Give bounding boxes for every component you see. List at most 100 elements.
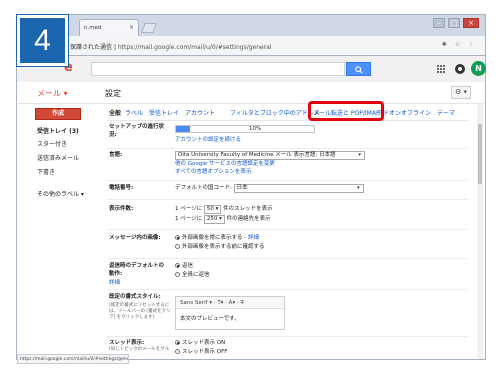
tab-accounts[interactable]: アカウント [185,108,215,117]
minimize-icon[interactable]: – [433,18,445,28]
gmail-topbar: e N [16,56,486,82]
phone-country-select[interactable]: 日本 ▾ [233,184,364,193]
browser-tab-title: n.med [84,25,102,31]
style-toolbar[interactable]: Sans Serif ▾ · T▾ · A▾ · T̶ [176,297,284,309]
setup-progress-bar [175,125,315,133]
thread-hint: (同じトピックのメールをグル [109,347,170,352]
reply-learn-more-link[interactable]: 詳細 [109,279,120,287]
display-row1-suffix: 件のスレッドを表示 [223,206,273,212]
search-icon [354,66,363,74]
radio-selected[interactable] [175,235,180,240]
compose-button[interactable]: 作成 [35,108,81,120]
images-learn-more-link[interactable]: 詳細 [248,235,259,241]
thread-option-on[interactable]: スレッド表示 ON [175,339,225,347]
secure-label: 保護された通信 [70,44,113,51]
settings-gear-button[interactable]: ⚙ ▾ [451,86,471,99]
divider [107,199,467,200]
new-tab-button[interactable] [141,23,157,33]
highlight-forwarding-tab [308,101,384,121]
browser-tab[interactable]: n.med × [79,19,139,37]
tab-labels[interactable]: ラベル [125,108,143,117]
step-badge: 4 [17,15,68,66]
setup-continue-link[interactable]: アカウントの設定を続ける [175,136,241,144]
radio-unselected[interactable] [175,272,180,277]
language-label: 言語: [109,152,123,158]
search-input[interactable] [91,62,345,76]
threads-per-page-value: 50 [206,206,214,212]
sidebar-item-sent[interactable]: 送信済みメール [37,153,79,162]
images-opt1-label: 外部画像を常に表示する - [182,235,247,241]
radio-unselected[interactable] [175,244,180,249]
display-row-threads: 1 ページに 50 ▾ 件のスレッドを表示 [175,205,273,214]
phone-country-value: 日本 [236,185,248,191]
scrollbar-thumb[interactable] [478,124,482,184]
sidebar-item-starred[interactable]: スター付き [37,139,67,148]
style-preview: 本文のプレビューです。 [180,316,240,322]
reply-opt2-label: 全員に返信 [182,272,210,278]
search-button[interactable] [346,62,371,76]
tab-inbox[interactable]: 受信トレイ [149,108,179,117]
thread-opt2-label: スレッド表示 OFF [182,349,228,355]
tab-close-icon[interactable]: × [129,24,134,31]
avatar[interactable]: N [471,61,486,76]
close-window-icon[interactable]: × [463,18,479,28]
tab-filters[interactable]: フィルタとブロック中のアドレス [230,108,320,117]
phone-prefix: デフォルトの国コード: [175,185,232,191]
threads-per-page-select[interactable]: 50 ▾ [203,205,222,214]
mail-menu-button[interactable]: メール ▾ [37,88,68,99]
language-other-services-link[interactable]: 他の Google サービスの言語設定を変更 [175,160,275,168]
apps-grid-icon[interactable] [437,65,445,73]
tab-offline[interactable]: オフライン [401,108,431,117]
page-title: 設定 [105,89,121,98]
divider [107,148,467,149]
images-option-ask[interactable]: 外部画像を表示する前に確認する [175,243,265,251]
phone-label: 電話番号: [109,185,134,191]
tab-themes[interactable]: テーマ [437,108,455,117]
tab-general[interactable]: 全般 [109,108,121,117]
display-row2-prefix: 1 ページに [175,216,203,222]
images-option-always[interactable]: 外部画像を常に表示する - 詳細 [175,234,259,242]
sidebar-item-drafts[interactable]: 下書き [37,167,55,176]
reply-opt1-label: 返信 [182,263,194,269]
address-text[interactable]: 保護された通信 | https://mail.google.com/mail/u… [70,42,272,51]
setup-percent: 10% [249,126,262,132]
main-area: 作成 受信トレイ (3) スター付き 送信済みメール 下書き その他のラベル ▾… [16,104,486,359]
thread-option-off[interactable]: スレッド表示 OFF [175,348,227,356]
contacts-per-page-select[interactable]: 250 ▾ [203,215,225,224]
browser-tabstrip: n.med × – □ × [16,14,486,37]
style-label: 既定の書式スタイル: [109,294,161,300]
reply-option-reply-all[interactable]: 全員に返信 [175,271,210,279]
divider [107,289,467,290]
divider [107,229,467,230]
screenshot-root: n.med × – □ × 保護された通信 | https://mail.goo… [0,0,501,390]
sidebar-item-more-labels[interactable]: その他のラベル ▾ [37,189,84,198]
reply-label: 返信時のデフォルトの動作: [109,263,165,277]
address-bar[interactable]: 保護された通信 | https://mail.google.com/mail/u… [16,36,486,56]
display-label: 表示件数: [109,206,134,212]
display-row1-prefix: 1 ページに [175,206,203,212]
address-bar-icons[interactable]: ✱ ☆ ⋮ [442,41,477,48]
chevron-down-icon: ▾ [357,185,360,191]
setup-progress-fill [176,126,190,132]
address-url[interactable]: https://mail.google.com/mail/u/0/#settin… [118,44,272,51]
radio-selected[interactable] [175,263,180,268]
window-controls: – □ × [433,18,479,28]
language-value: Oita University Faculty of Medicine メール … [178,152,336,158]
reply-option-reply[interactable]: 返信 [175,262,193,270]
display-row-contacts: 1 ページに 250 ▾ 件の連絡先を表示 [175,215,271,224]
settings-content: 全般 ラベル 受信トレイ アカウント フィルタとブロック中のアドレス メール転送… [107,104,477,359]
maximize-icon[interactable]: □ [448,18,460,28]
radio-selected[interactable] [175,340,180,345]
chevron-down-icon: ▾ [358,152,361,158]
language-all-options-link[interactable]: すべての言語オプションを表示 [175,168,251,176]
phone-country-row: デフォルトの国コード: 日本 ▾ [175,184,364,193]
sidebar-item-inbox[interactable]: 受信トレイ (3) [37,126,79,135]
scrollbar[interactable] [477,104,483,359]
radio-unselected[interactable] [175,349,180,354]
gmail-subbar: メール ▾ 設定 ⚙ ▾ [16,82,486,104]
notifications-icon[interactable] [455,64,465,74]
display-row2-suffix: 件の連絡先を表示 [226,216,271,222]
setup-label: セットアップの進行状況: [109,124,165,138]
language-select[interactable]: Oita University Faculty of Medicine メール … [175,151,365,160]
style-editor[interactable]: Sans Serif ▾ · T▾ · A▾ · T̶ 本文のプレビューです。 [175,296,285,330]
